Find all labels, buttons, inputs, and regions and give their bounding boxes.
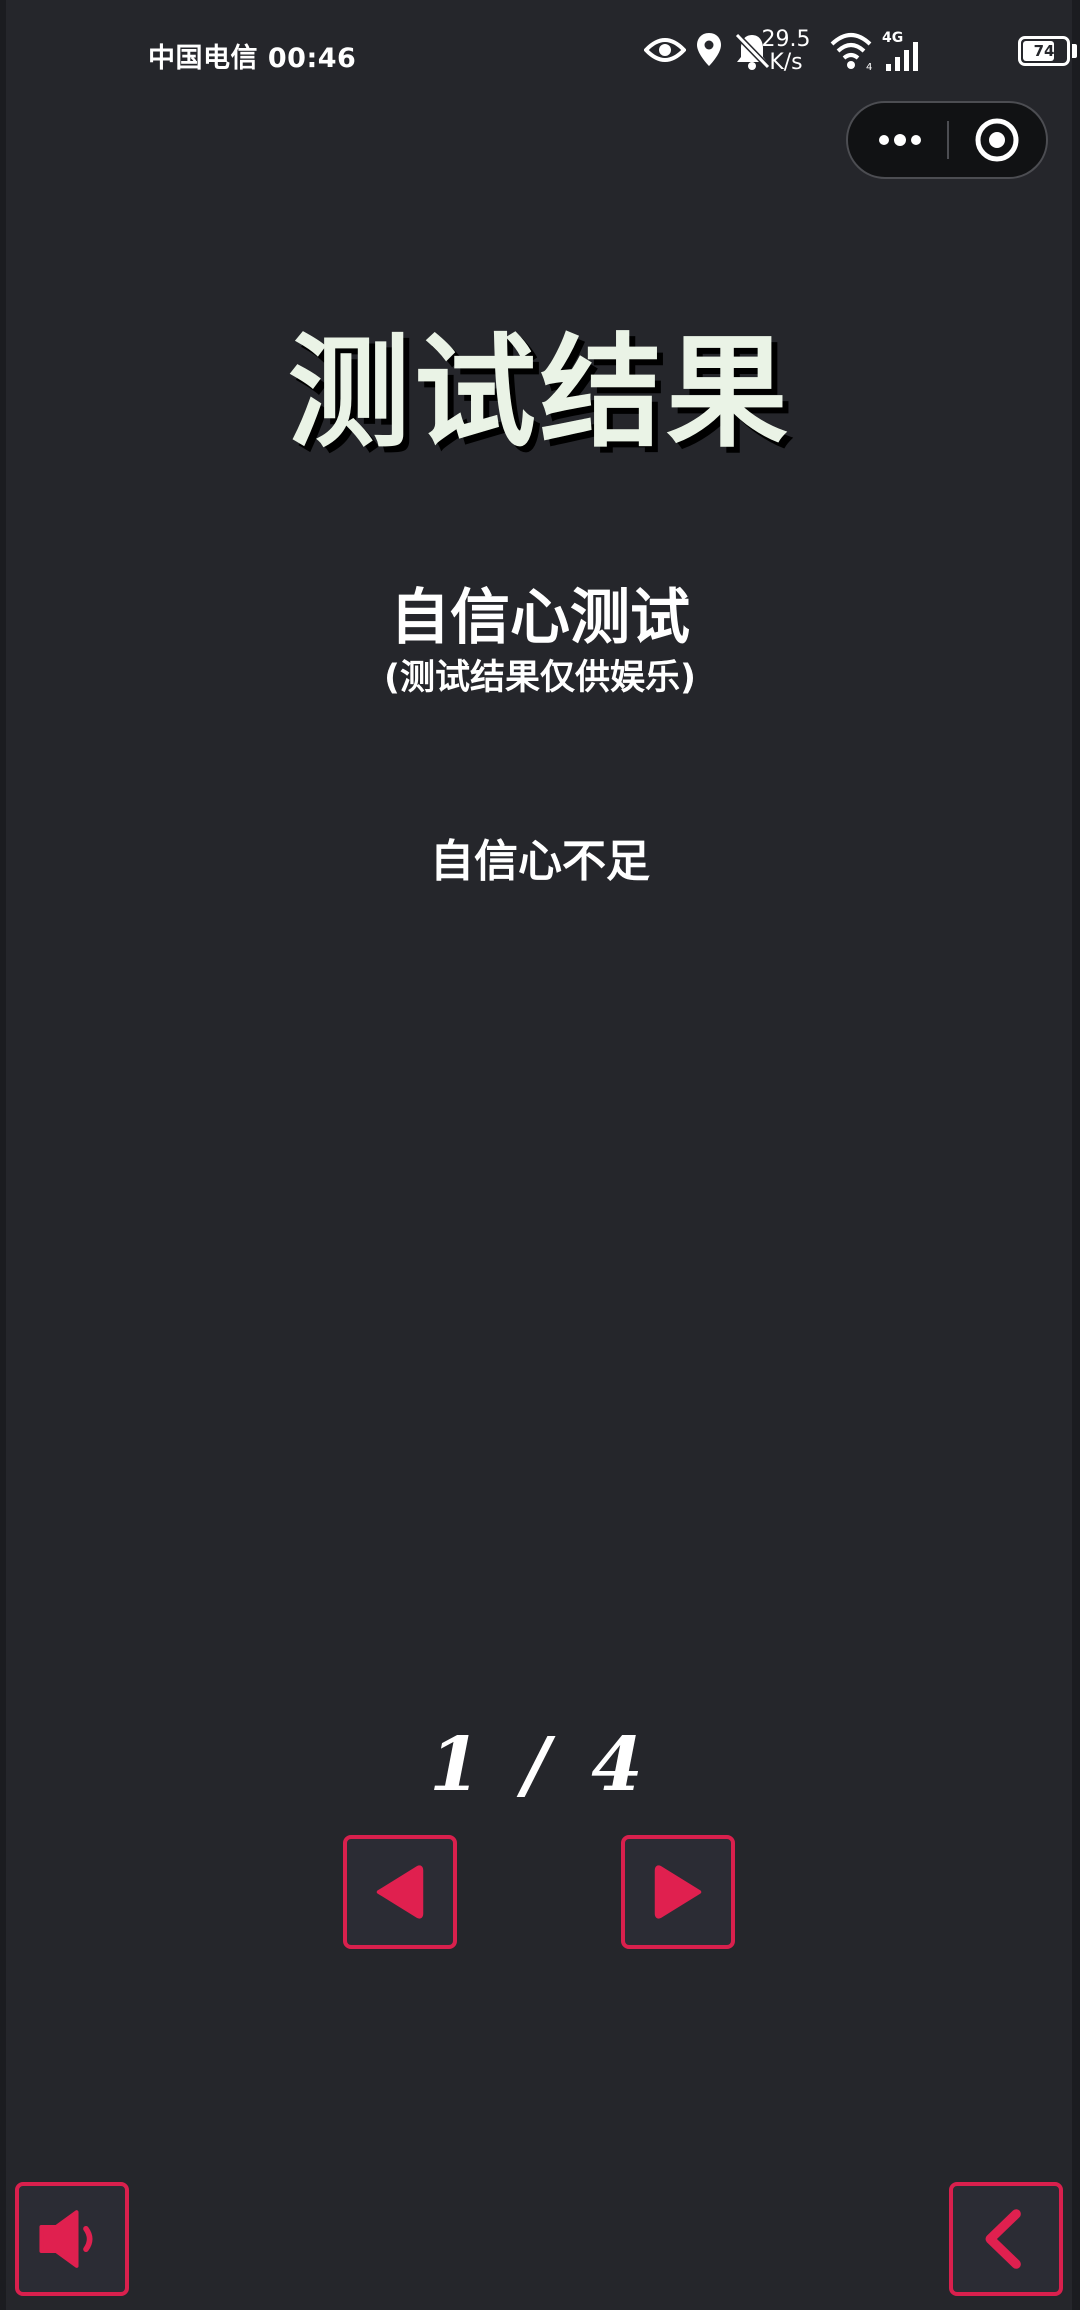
page-indicator: 1 / 4 — [429, 1722, 651, 1808]
back-button[interactable] — [949, 2182, 1063, 2296]
test-name: 自信心测试 — [390, 583, 690, 653]
net-speed-unit: K/s — [769, 50, 803, 75]
result-text: 自信心不足 — [430, 836, 650, 887]
carrier-time: 中国电信 00:46 — [148, 43, 357, 74]
status-icons: 29.5 K/s 4 4G 74 — [620, 24, 1080, 80]
svg-text:4: 4 — [866, 62, 872, 72]
triangle-right-icon — [654, 1865, 702, 1919]
speaker-icon — [39, 2210, 93, 2268]
miniprogram-capsule — [846, 101, 1048, 179]
net-speed: 29.5 K/s — [756, 28, 816, 74]
eye-icon — [643, 34, 687, 70]
more-dots-icon[interactable] — [874, 121, 926, 159]
wifi-icon: 4 — [830, 32, 876, 76]
triangle-left-icon — [376, 1865, 424, 1919]
battery-icon: 74 — [1018, 36, 1070, 66]
disclaimer: (测试结果仅供娱乐) — [384, 658, 696, 698]
sound-toggle-button[interactable] — [15, 2182, 129, 2296]
battery-tip — [1072, 44, 1077, 58]
battery-level: 74 — [1033, 42, 1055, 60]
status-bar: 中国电信 00:46 29.5 K/s 4 4G 74 — [0, 0, 1080, 110]
location-icon — [696, 32, 722, 72]
page-title: 测试结果 — [288, 322, 792, 464]
target-circle-icon[interactable] — [974, 117, 1020, 163]
network-type-label: 4G — [882, 30, 903, 46]
prev-page-button[interactable] — [343, 1835, 457, 1949]
chevron-left-icon — [985, 2209, 1021, 2269]
capsule-divider — [947, 121, 949, 159]
net-speed-value: 29.5 — [761, 27, 811, 52]
next-page-button[interactable] — [621, 1835, 735, 1949]
signal-icon: 4G — [882, 28, 926, 78]
